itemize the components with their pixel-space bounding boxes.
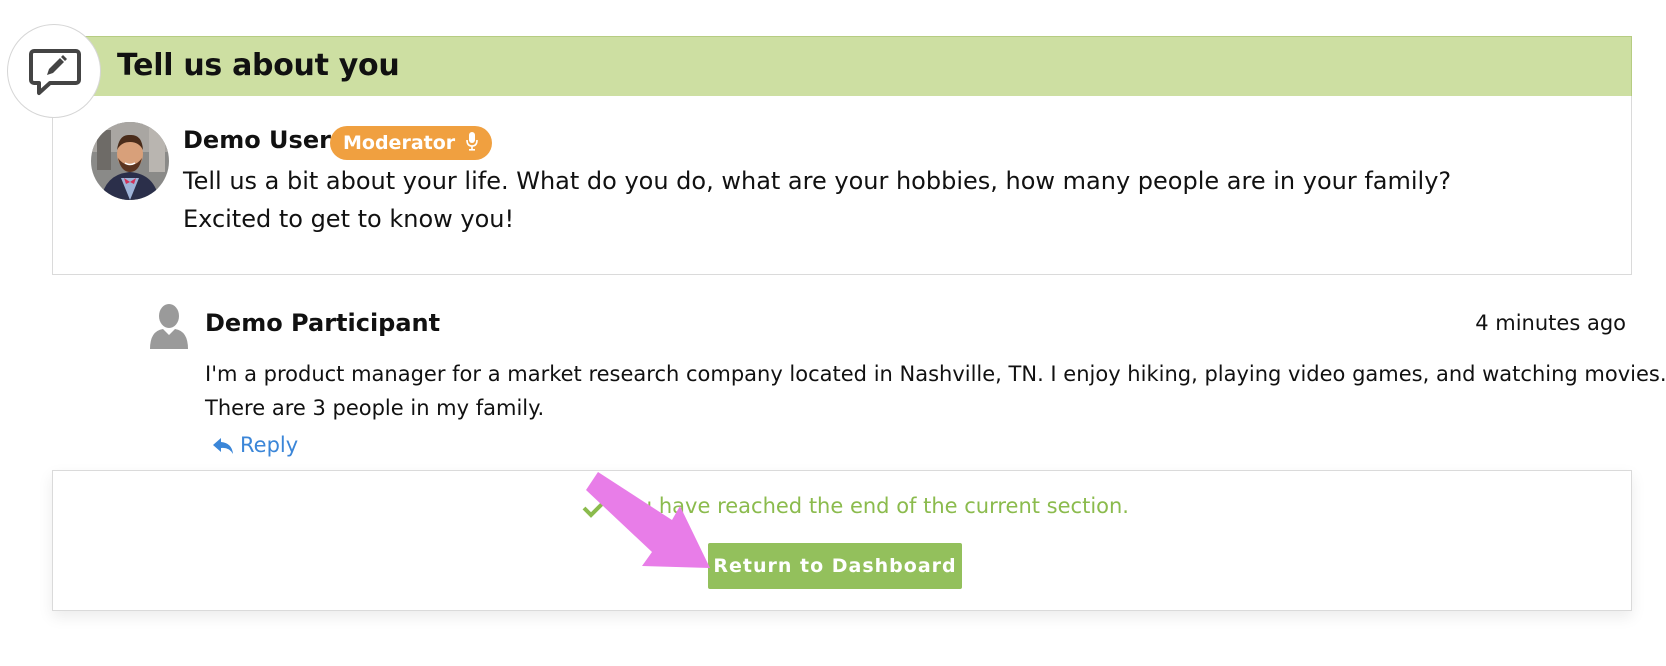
- reply-link[interactable]: Reply: [212, 433, 298, 457]
- discussion-page: Tell us about you Demo User Moderator Te…: [0, 0, 1666, 666]
- section-title: Tell us about you: [117, 48, 400, 83]
- section-icon-badge: [7, 24, 101, 118]
- participant-message-line: I'm a product manager for a market resea…: [205, 362, 1666, 386]
- reply-timestamp: 4 minutes ago: [1475, 311, 1626, 335]
- participant-name: Demo Participant: [205, 309, 441, 337]
- participant-message-line: There are 3 people in my family.: [205, 396, 545, 420]
- microphone-icon: [465, 132, 478, 151]
- moderator-message-line: Excited to get to know you!: [183, 205, 515, 233]
- reply-arrow-icon: [213, 438, 233, 454]
- participant-message: I'm a product manager for a market resea…: [205, 357, 1666, 425]
- reply-link-label: Reply: [240, 433, 299, 457]
- moderator-badge-label: Moderator: [343, 132, 456, 154]
- annotation-arrow-icon: [586, 472, 710, 568]
- moderator-badge: Moderator: [330, 126, 492, 160]
- moderator-message-line: Tell us a bit about your life. What do y…: [183, 167, 1452, 195]
- chat-edit-icon: [29, 49, 81, 95]
- moderator-post: Demo User Moderator Tell us a bit about …: [52, 96, 1632, 275]
- moderator-avatar: [91, 122, 169, 200]
- moderator-name: Demo User: [183, 126, 331, 154]
- moderator-message: Tell us a bit about your life. What do y…: [183, 162, 1623, 238]
- return-to-dashboard-button[interactable]: Return to Dashboard: [708, 543, 962, 589]
- section-header: Tell us about you: [52, 36, 1632, 97]
- end-of-section-panel: You have reached the end of the current …: [52, 470, 1632, 611]
- participant-avatar: [150, 303, 188, 353]
